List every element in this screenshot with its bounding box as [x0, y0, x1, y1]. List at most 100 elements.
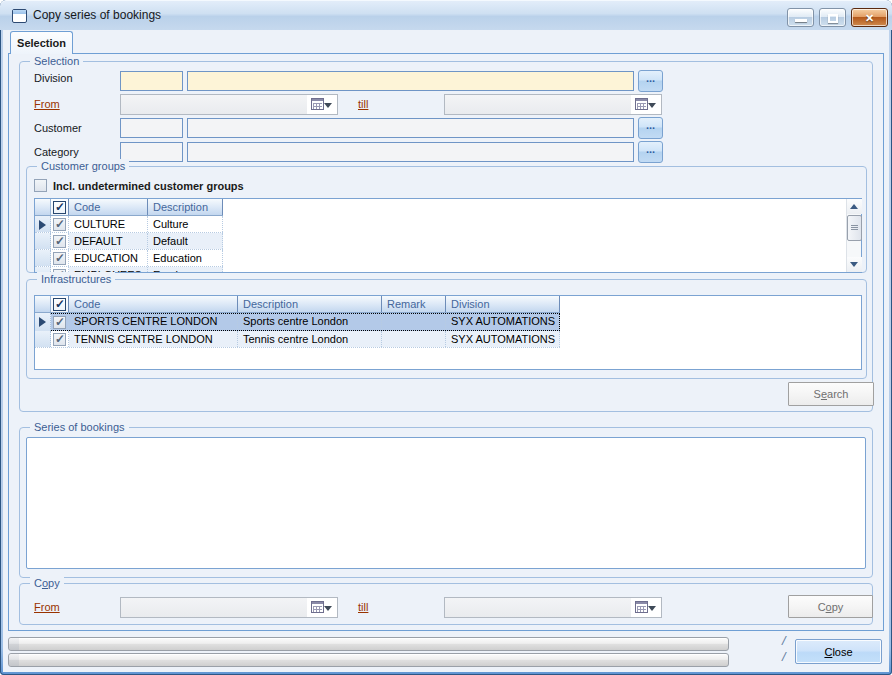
arrow-down-icon — [850, 262, 858, 267]
progress-bar-2 — [8, 653, 729, 667]
copy-button[interactable]: Copy — [788, 595, 873, 618]
grid-row[interactable]: ✓ CULTURE Culture — [35, 216, 223, 233]
copy-from-date-input[interactable] — [120, 597, 338, 618]
cell-code: CULTURE — [69, 216, 148, 232]
copy-from-date-value[interactable] — [121, 598, 308, 617]
customer-browse-button[interactable]: ... — [638, 117, 663, 139]
cell-code: DEFAULT — [69, 233, 148, 249]
selection-group: Selection Division ... From till Custome… — [19, 61, 873, 412]
dropdown-arrow-icon — [324, 103, 332, 108]
select-all-checkbox[interactable]: ✓ — [51, 296, 69, 312]
vertical-scrollbar[interactable] — [846, 199, 861, 272]
calendar-icon — [635, 601, 648, 613]
scroll-down-button[interactable] — [847, 257, 862, 272]
copy-till-link-label[interactable]: till — [358, 601, 368, 613]
cell-code: TENNIS CENTRE LONDON — [69, 331, 238, 347]
from-date-value[interactable] — [121, 95, 308, 114]
cell-description: Default — [148, 233, 223, 249]
cell-description: Sports centre London — [238, 313, 382, 331]
from-link-label[interactable]: From — [34, 98, 60, 110]
division-label: Division — [34, 72, 73, 84]
scroll-up-button[interactable] — [847, 199, 862, 214]
cell-code: EDUCATION — [69, 250, 148, 266]
column-header-code[interactable]: Code — [69, 199, 148, 215]
category-browse-button[interactable]: ... — [638, 141, 663, 163]
minimize-button[interactable] — [787, 8, 814, 27]
close-icon: ✕ — [852, 12, 887, 25]
series-of-bookings-panel[interactable] — [26, 437, 866, 569]
customer-groups-grid: ✓ Code Description ✓ CULTURE Culture ✓ D… — [34, 198, 862, 273]
row-checkbox[interactable]: ✓ — [51, 233, 69, 249]
grid-row[interactable]: ✓ TENNIS CENTRE LONDON Tennis centre Lon… — [35, 331, 560, 348]
till-link-label[interactable]: till — [358, 98, 368, 110]
series-of-bookings-label: Series of bookings — [30, 420, 129, 434]
grid-row-selected[interactable]: ✓ SPORTS CENTRE LONDON Sports centre Lon… — [35, 313, 560, 331]
title-bar: Copy series of bookings ✕ — [0, 0, 892, 30]
row-checkbox[interactable]: ✓ — [51, 313, 69, 331]
row-indicator — [35, 331, 51, 347]
cell-division: SYX AUTOMATIONS — [446, 331, 560, 347]
customer-label: Customer — [34, 122, 82, 134]
cell-remark — [382, 313, 446, 331]
select-all-checkbox[interactable]: ✓ — [51, 199, 69, 215]
row-indicator — [35, 233, 51, 249]
scrollbar-thumb[interactable] — [847, 215, 862, 241]
window-title: Copy series of bookings — [33, 8, 161, 22]
copy-group: Copy From till Copy — [19, 583, 873, 625]
minimize-icon — [795, 19, 807, 22]
cell-description: Culture — [148, 216, 223, 232]
category-name-input[interactable] — [187, 142, 634, 162]
till-date-value[interactable] — [445, 95, 632, 114]
row-checkbox[interactable]: ✓ — [51, 250, 69, 266]
row-checkbox[interactable]: ✓ — [51, 216, 69, 232]
close-button[interactable]: Close — [795, 639, 882, 664]
copy-till-date-value[interactable] — [445, 598, 632, 617]
series-of-bookings-group: Series of bookings — [19, 427, 873, 578]
category-code-input[interactable] — [120, 142, 183, 162]
till-date-input[interactable] — [444, 94, 662, 115]
calendar-icon — [311, 601, 324, 613]
copy-from-link-label[interactable]: From — [34, 601, 60, 613]
from-date-picker-button[interactable] — [307, 95, 337, 114]
window-icon — [12, 9, 27, 23]
dropdown-arrow-icon — [324, 606, 332, 611]
tab-selection[interactable]: Selection — [10, 31, 73, 54]
include-undetermined-checkbox[interactable] — [34, 179, 47, 192]
column-header-code[interactable]: Code — [69, 296, 238, 312]
maximize-icon — [828, 14, 838, 23]
maximize-button[interactable] — [819, 8, 846, 27]
cell-description: Employees — [148, 267, 223, 272]
cell-code: SPORTS CENTRE LONDON — [69, 313, 238, 331]
column-header-description[interactable]: Description — [238, 296, 382, 312]
copy-till-date-input[interactable] — [444, 597, 662, 618]
division-browse-button[interactable]: ... — [638, 70, 663, 92]
from-date-input[interactable] — [120, 94, 338, 115]
grid-row[interactable]: ✓ DEFAULT Default — [35, 233, 223, 250]
dialog-window: Copy series of bookings ✕ Selection Sele… — [0, 0, 892, 675]
close-window-button[interactable]: ✕ — [851, 8, 888, 27]
division-name-input[interactable] — [187, 71, 634, 91]
column-header-remark[interactable]: Remark — [382, 296, 446, 312]
grid-header-row: ✓ Code Description — [35, 199, 223, 216]
column-header-division[interactable]: Division — [446, 296, 560, 312]
dropdown-arrow-icon — [648, 606, 656, 611]
customer-code-input[interactable] — [120, 118, 183, 138]
till-date-picker-button[interactable] — [631, 95, 661, 114]
current-row-indicator — [35, 313, 51, 331]
infrastructures-group: Infrastructures ✓ Code Description Remar… — [26, 279, 867, 379]
infrastructures-label: Infrastructures — [37, 272, 115, 286]
search-button[interactable]: Search — [788, 382, 874, 406]
copy-from-date-picker-button[interactable] — [307, 598, 337, 617]
grid-row[interactable]: ✓ EDUCATION Education — [35, 250, 223, 267]
copy-till-date-picker-button[interactable] — [631, 598, 661, 617]
copy-group-label: Copy — [30, 576, 64, 590]
customer-groups-group: Customer groups Incl. undetermined custo… — [26, 166, 867, 273]
row-checkbox[interactable]: ✓ — [51, 331, 69, 347]
customer-name-input[interactable] — [187, 118, 634, 138]
category-label: Category — [34, 146, 79, 158]
dropdown-arrow-icon — [648, 103, 656, 108]
cell-remark — [382, 331, 446, 347]
division-code-input[interactable] — [120, 71, 183, 91]
column-header-description[interactable]: Description — [148, 199, 223, 215]
cell-division: SYX AUTOMATIONS — [446, 313, 560, 331]
